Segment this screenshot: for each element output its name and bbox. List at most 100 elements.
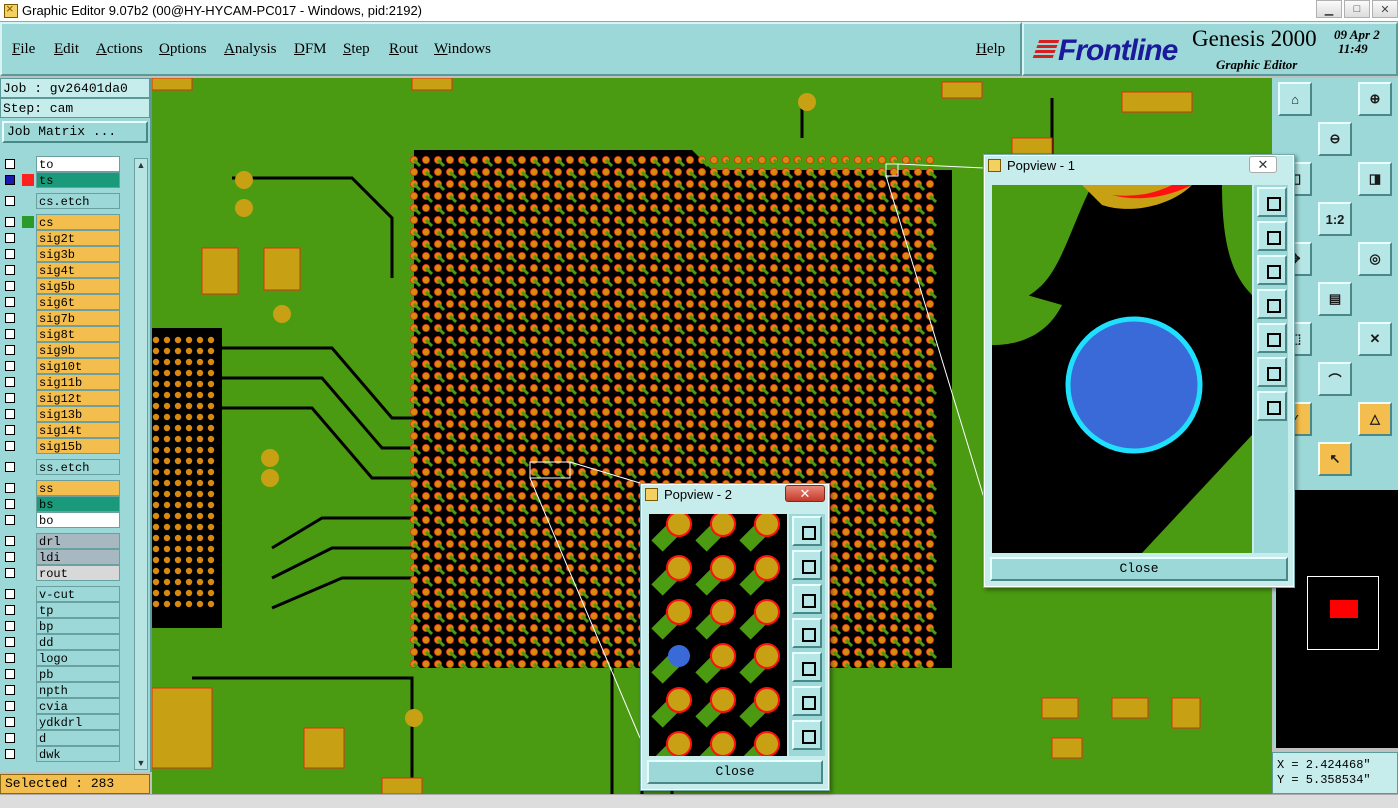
layer-row-sig8t[interactable]: sig8t [2, 326, 120, 342]
menu-rout[interactable]: Rout [389, 41, 418, 58]
menu-step[interactable]: Step [343, 41, 370, 58]
layer-row-v-cut[interactable]: v-cut [2, 586, 120, 602]
layer-name[interactable]: sig3b [36, 246, 120, 262]
layer-row-sig10t[interactable]: sig10t [2, 358, 120, 374]
layer-row-cs[interactable]: cs [2, 214, 120, 230]
layer-name[interactable]: ss [36, 480, 120, 496]
layer-name[interactable]: pb [36, 666, 120, 682]
popview-center-icon[interactable] [792, 720, 822, 750]
popview-right-icon[interactable] [1257, 323, 1287, 353]
layer-name[interactable]: sig15b [36, 438, 120, 454]
layer-row-sig12t[interactable]: sig12t [2, 390, 120, 406]
popview-left-icon[interactable] [1257, 289, 1287, 319]
layer-name[interactable]: bo [36, 512, 120, 528]
zoom-out-icon[interactable]: ⊖ [1318, 122, 1352, 156]
layer-name[interactable]: ts [36, 172, 120, 188]
layer-scrollbar[interactable]: ▲ ▼ [134, 158, 148, 770]
layer-name[interactable]: sig10t [36, 358, 120, 374]
popview-center-icon[interactable] [1257, 391, 1287, 421]
layer-name[interactable]: sig12t [36, 390, 120, 406]
layer-row-bs[interactable]: bs [2, 496, 120, 512]
layer-checkbox[interactable] [5, 329, 15, 339]
layer-name[interactable]: cs.etch [36, 193, 120, 209]
layer-row-sig9b[interactable]: sig9b [2, 342, 120, 358]
layer-name[interactable]: sig14t [36, 422, 120, 438]
layer-row-ldi[interactable]: ldi [2, 549, 120, 565]
popview-up-icon[interactable] [1257, 221, 1287, 251]
layer-row-ss.etch[interactable]: ss.etch [2, 459, 120, 475]
layer-name[interactable]: sig7b [36, 310, 120, 326]
layer-name[interactable]: bp [36, 618, 120, 634]
layer-checkbox[interactable] [5, 196, 15, 206]
layer-name[interactable]: cs [36, 214, 120, 230]
popview-2-close-icon[interactable]: ✕ [785, 485, 825, 502]
view-window-box[interactable] [1307, 576, 1379, 650]
layer-name[interactable]: sig11b [36, 374, 120, 390]
layer-checkbox[interactable] [5, 462, 15, 472]
layer-checkbox[interactable] [5, 265, 15, 275]
zoom-in-icon[interactable]: ⊕ [1358, 82, 1392, 116]
pan-right-icon[interactable]: ◨ [1358, 162, 1392, 196]
layer-name[interactable]: sig2t [36, 230, 120, 246]
layer-name[interactable]: drl [36, 533, 120, 549]
triangle-icon[interactable]: △ [1358, 402, 1392, 436]
layer-name[interactable]: npth [36, 682, 120, 698]
layer-row-sig2t[interactable]: sig2t [2, 230, 120, 246]
layer-checkbox[interactable] [5, 393, 15, 403]
popview-1-view[interactable] [992, 185, 1252, 553]
layer-row-d[interactable]: d [2, 730, 120, 746]
layer-row-drl[interactable]: drl [2, 533, 120, 549]
layer-row-sig14t[interactable]: sig14t [2, 422, 120, 438]
layer-name[interactable]: sig5b [36, 278, 120, 294]
layer-row-pb[interactable]: pb [2, 666, 120, 682]
popview-2-close-button[interactable]: Close [647, 760, 823, 784]
layer-name[interactable]: d [36, 730, 120, 746]
layer-name[interactable]: ydkdrl [36, 714, 120, 730]
layer-checkbox[interactable] [5, 749, 15, 759]
layer-checkbox[interactable] [5, 217, 15, 227]
layer-row-logo[interactable]: logo [2, 650, 120, 666]
layer-row-sig5b[interactable]: sig5b [2, 278, 120, 294]
layer-checkbox[interactable] [5, 425, 15, 435]
arc-icon[interactable]: ⌒ [1318, 362, 1352, 396]
menu-dfm[interactable]: DFM [294, 41, 327, 58]
probe-icon[interactable]: ◎ [1358, 242, 1392, 276]
layer-checkbox[interactable] [5, 159, 15, 169]
layer-name[interactable]: dd [36, 634, 120, 650]
layer-checkbox[interactable] [5, 669, 15, 679]
layer-checkbox[interactable] [5, 409, 15, 419]
close-window-button[interactable]: ✕ [1372, 0, 1398, 18]
layer-name[interactable]: sig13b [36, 406, 120, 422]
layer-row-sig4t[interactable]: sig4t [2, 262, 120, 278]
layer-name[interactable]: cvia [36, 698, 120, 714]
layer-row-to[interactable]: to [2, 156, 120, 172]
popview-zoom-icon[interactable] [792, 516, 822, 546]
layer-checkbox[interactable] [5, 637, 15, 647]
menu-actions[interactable]: Actions [96, 41, 143, 58]
layer-row-npth[interactable]: npth [2, 682, 120, 698]
menu-analysis[interactable]: Analysis [224, 41, 277, 58]
layer-name[interactable]: v-cut [36, 586, 120, 602]
popview-zoom-icon[interactable] [1257, 187, 1287, 217]
layer-checkbox[interactable] [5, 621, 15, 631]
layer-row-bo[interactable]: bo [2, 512, 120, 528]
layer-checkbox[interactable] [5, 605, 15, 615]
menu-windows[interactable]: Windows [434, 41, 491, 58]
scroll-down-icon[interactable]: ▼ [135, 757, 147, 769]
layer-checkbox[interactable] [5, 441, 15, 451]
layer-row-sig7b[interactable]: sig7b [2, 310, 120, 326]
zoom-home-icon[interactable]: ⌂ [1278, 82, 1312, 116]
minimize-button[interactable]: ▁ [1316, 0, 1342, 18]
layer-name[interactable]: rout [36, 565, 120, 581]
menu-options[interactable]: Options [159, 41, 207, 58]
layer-row-bp[interactable]: bp [2, 618, 120, 634]
layer-checkbox[interactable] [5, 345, 15, 355]
layer-name[interactable]: tp [36, 602, 120, 618]
layer-row-sig11b[interactable]: sig11b [2, 374, 120, 390]
layer-checkbox[interactable] [5, 377, 15, 387]
layer-name[interactable]: logo [36, 650, 120, 666]
measure-ruler-icon[interactable]: ▤ [1318, 282, 1352, 316]
layer-row-sig3b[interactable]: sig3b [2, 246, 120, 262]
pointer-icon[interactable]: ↖ [1318, 442, 1352, 476]
layer-checkbox[interactable] [5, 552, 15, 562]
